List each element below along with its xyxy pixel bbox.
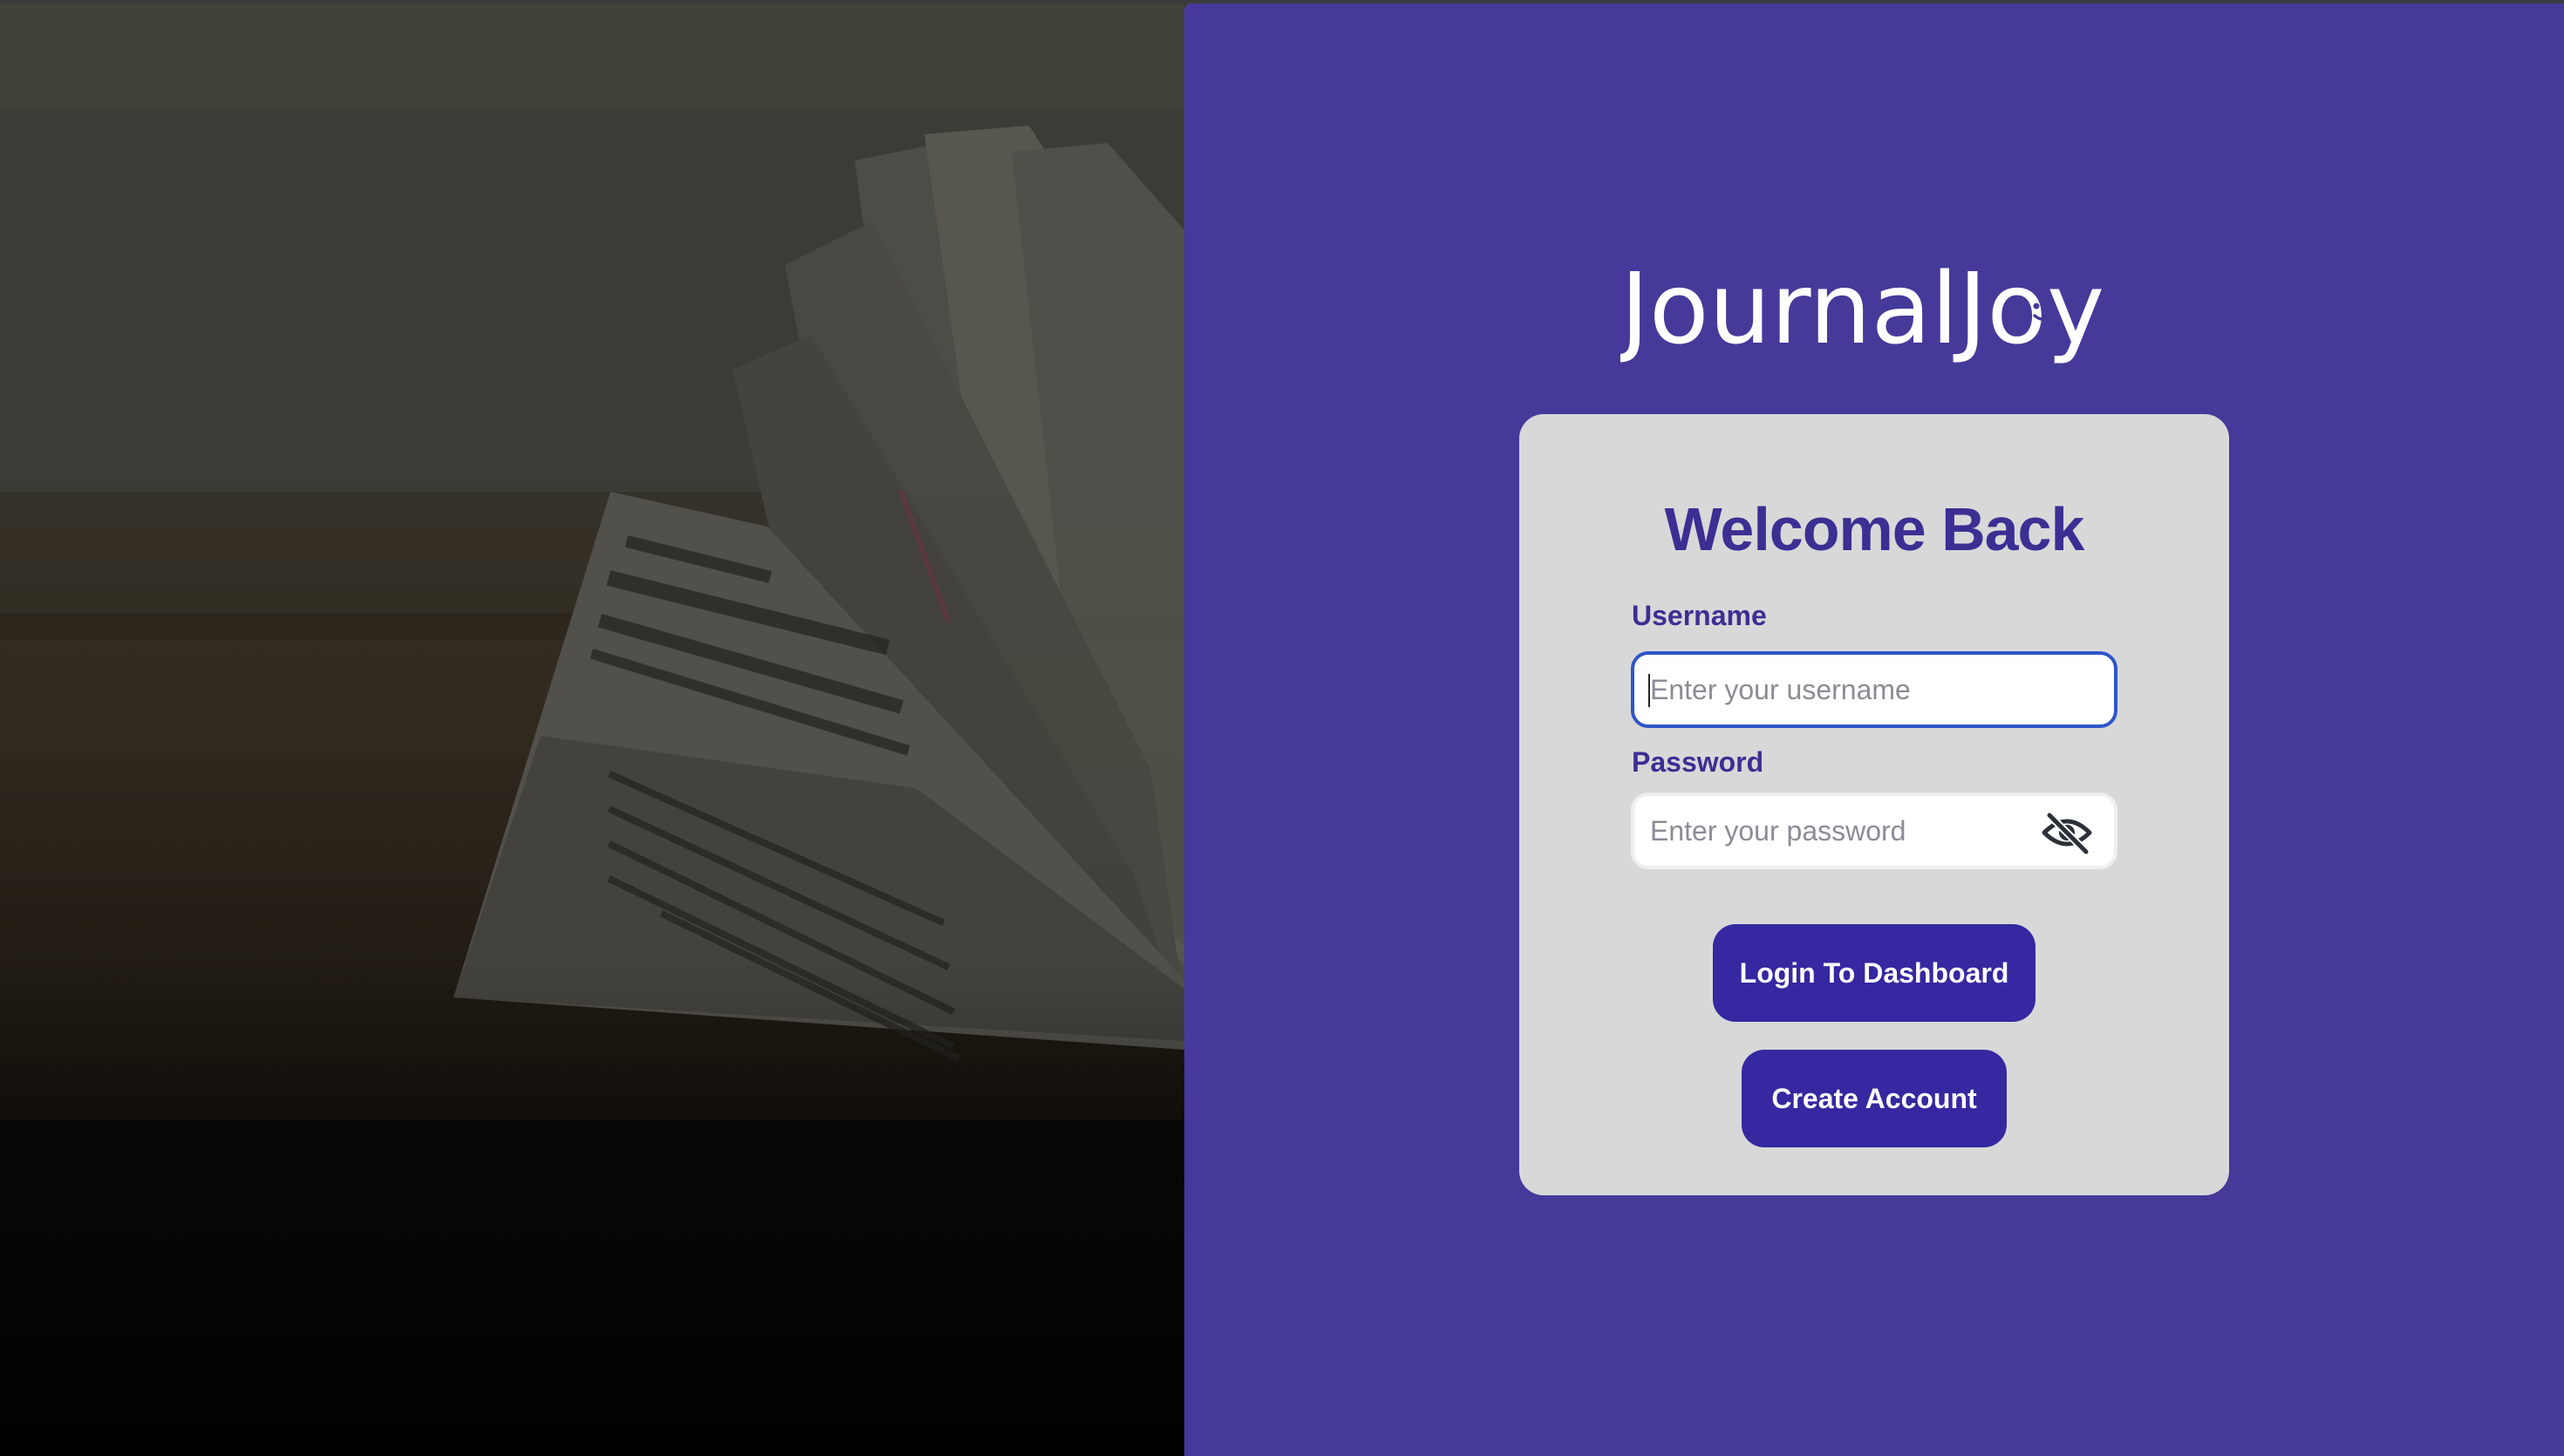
window-top-border xyxy=(0,0,2564,3)
open-book-photo xyxy=(0,3,1184,1456)
login-page: JournalJoy Welcome Back Username Passwor… xyxy=(0,0,2564,1456)
journaljoy-logo: JournalJoy xyxy=(1620,253,2104,366)
password-field[interactable] xyxy=(1631,793,2117,869)
page-title: Welcome Back xyxy=(1664,495,2085,563)
username-input[interactable] xyxy=(1650,655,2034,725)
login-card: Welcome Back Username Password Login To … xyxy=(1519,414,2229,1195)
password-label: Password xyxy=(1632,746,1764,778)
background-photo xyxy=(0,3,1184,1456)
logo-text: JournalJoy xyxy=(1620,253,2104,366)
username-label: Username xyxy=(1632,600,1767,631)
username-field[interactable] xyxy=(1631,651,2117,728)
login-button[interactable]: Login To Dashboard xyxy=(1713,924,2036,1022)
show-password-toggle[interactable] xyxy=(2041,808,2093,857)
password-input[interactable] xyxy=(1650,796,2034,866)
text-cursor xyxy=(1648,674,1650,707)
create-account-button[interactable]: Create Account xyxy=(1742,1050,2007,1147)
eye-slash-icon xyxy=(2042,811,2092,856)
